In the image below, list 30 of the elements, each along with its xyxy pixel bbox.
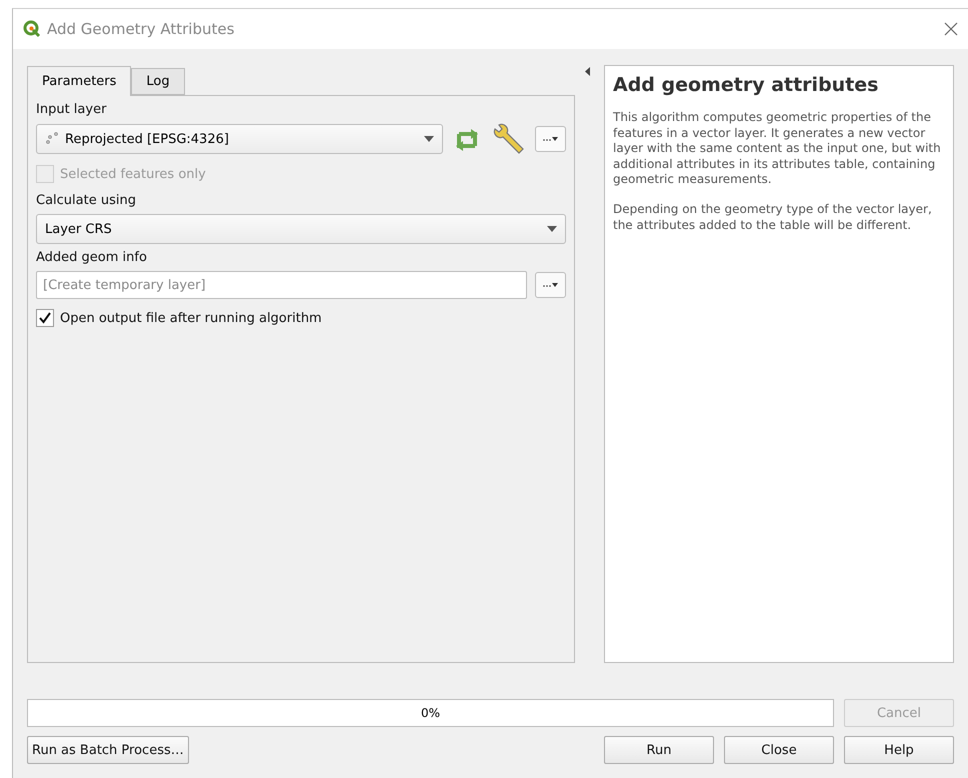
tab[interactable]: Parameters: [27, 66, 132, 96]
dialog-button[interactable]: Close: [724, 736, 834, 764]
dropdown-caret-icon: [424, 136, 434, 142]
point-layer-icon: [45, 132, 59, 146]
layer-dropdown[interactable]: Reprojected [EPSG:4326]: [36, 124, 443, 154]
progress-reading: 0%: [420, 706, 440, 720]
checkmark-icon: [39, 312, 51, 324]
field-label: Input layer: [36, 102, 108, 117]
calculation-dropdown[interactable]: Layer CRS: [36, 214, 566, 244]
dropdown-caret-icon: [547, 226, 557, 232]
options-button[interactable]: [535, 272, 566, 298]
dialog-button[interactable]: Run: [604, 736, 714, 764]
help-paragraph: Depending on the geometry type of the vector layer, the attributes added to the table will be different.: [613, 202, 933, 234]
close-icon[interactable]: [944, 22, 958, 36]
ellipsis-caret-icon: [542, 282, 558, 288]
tab[interactable]: Log: [131, 68, 185, 95]
field-label: Calculate using: [36, 193, 137, 208]
help-title: Add geometry attributes: [613, 74, 880, 96]
field-label: Added geom info: [36, 250, 148, 265]
output-field[interactable]: [Create temporary layer]: [36, 271, 527, 299]
options-button[interactable]: [535, 126, 566, 152]
batch-process-button[interactable]: Run as Batch Process…: [27, 736, 189, 764]
checkbox[interactable]: [36, 309, 54, 327]
ellipsis-caret-icon: [542, 136, 558, 142]
checkbox-option[interactable]: Open output file after running algorithm: [36, 309, 566, 327]
app-logo-icon: [23, 20, 41, 38]
collapse-arrow-icon[interactable]: [585, 67, 590, 76]
window-title: Add Geometry Attributes: [47, 20, 236, 38]
help-paragraph: This algorithm computes geometric properties of the features in a vector layer. It generates a new vector layer with the same content as the input one, but with additional attributes in its attributes table, containing geometric measurements.: [613, 110, 942, 188]
dialog-button[interactable]: Help: [844, 736, 954, 764]
